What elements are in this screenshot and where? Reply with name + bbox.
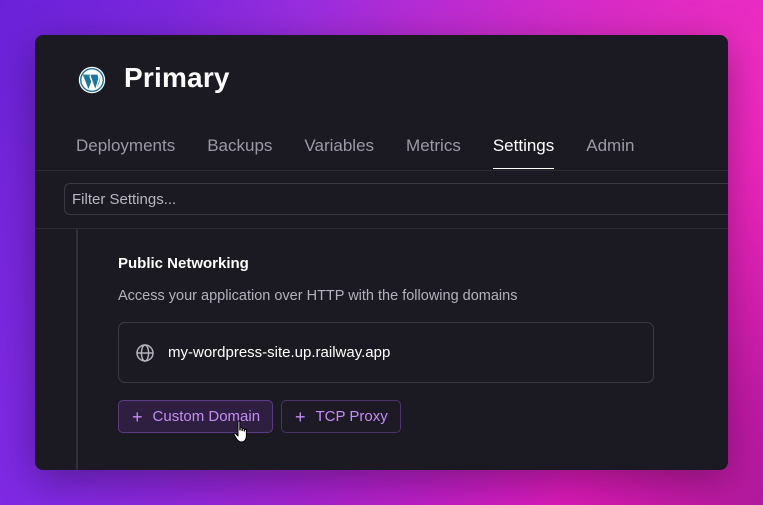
tab-admin[interactable]: Admin [586, 136, 634, 169]
domain-card[interactable]: my-wordpress-site.up.railway.app [118, 322, 654, 383]
hand-pointer-cursor-icon [233, 420, 247, 443]
tab-settings[interactable]: Settings [492, 136, 555, 169]
settings-content: Public Networking Access your applicatio… [35, 229, 728, 470]
service-title: Primary [124, 62, 230, 93]
plus-icon: + [132, 406, 143, 427]
tab-deployments[interactable]: Deployments [76, 136, 175, 169]
filter-bar [35, 171, 728, 229]
plus-icon: + [295, 406, 306, 427]
tcp-proxy-label: TCP Proxy [315, 408, 388, 425]
service-panel: Primary Deployments Backups Variables Me… [35, 35, 728, 470]
tcp-proxy-button[interactable]: + TCP Proxy [281, 400, 401, 433]
domain-url[interactable]: my-wordpress-site.up.railway.app [168, 344, 390, 361]
public-networking-title: Public Networking [118, 255, 249, 272]
section-divider-line [76, 229, 78, 470]
public-networking-description: Access your application over HTTP with t… [118, 288, 518, 304]
tab-bar: Deployments Backups Variables Metrics Se… [76, 136, 666, 169]
tab-metrics[interactable]: Metrics [406, 136, 461, 169]
wordpress-icon [78, 66, 106, 94]
service-header: Primary Deployments Backups Variables Me… [35, 35, 728, 171]
filter-settings-input[interactable] [64, 183, 728, 215]
globe-icon [135, 343, 155, 363]
tab-backups[interactable]: Backups [207, 136, 272, 169]
tab-variables[interactable]: Variables [304, 136, 374, 169]
